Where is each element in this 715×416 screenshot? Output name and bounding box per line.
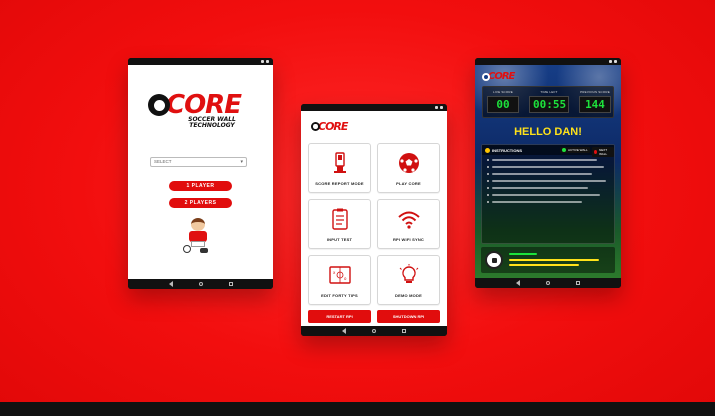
bottom-strip — [0, 402, 715, 416]
status-bar — [301, 104, 447, 111]
live-score-cell: LIVE SCORE 00 — [487, 90, 519, 113]
wifi-icon — [397, 211, 420, 229]
main-menu-screen: CORE SCORE REPORT MODE PLAY CORE INPUT T… — [301, 111, 447, 326]
android-nav-bar — [128, 279, 273, 289]
previous-score-value: 144 — [579, 96, 611, 113]
status-bar — [475, 58, 621, 65]
scoreboard: LIVE SCORE 00 TIME LEFT 00:55 PREVIOUS S… — [482, 86, 614, 118]
logo-tagline: SOCCER WALL TECHNOLOGY — [188, 116, 236, 129]
tile-label: RPI WIFI SYNC — [392, 237, 425, 242]
tablet-main-menu: CORE SCORE REPORT MODE PLAY CORE INPUT T… — [301, 104, 447, 336]
battery-icon — [440, 106, 443, 109]
core-logo: CORE — [482, 71, 515, 82]
logo-word: CORE — [318, 120, 348, 133]
tablet-game-screen: CORE LIVE SCORE 00 TIME LEFT 00:55 PREVI… — [475, 58, 621, 288]
recents-icon[interactable] — [402, 329, 406, 333]
svg-text:o: o — [344, 276, 347, 281]
tile-score-report-mode[interactable]: SCORE REPORT MODE — [308, 143, 371, 193]
recents-icon[interactable] — [228, 282, 233, 286]
tile-label: DEMO MODE — [395, 293, 422, 298]
player-select-dropdown[interactable]: SELECT ▾ — [150, 157, 247, 167]
chevron-down-icon: ▾ — [240, 159, 243, 165]
signal-icon — [435, 106, 438, 109]
instruction-item — [487, 179, 609, 182]
back-icon[interactable] — [342, 328, 346, 334]
tile-input-test[interactable]: INPUT TEST — [308, 199, 371, 249]
home-icon[interactable] — [546, 281, 550, 285]
active-wall-label: ACTIVE WALL — [568, 148, 588, 152]
android-nav-bar — [301, 326, 447, 336]
lightbulb-icon — [399, 264, 418, 283]
signal-icon — [609, 60, 612, 63]
two-players-button[interactable]: 2 PLAYERS — [169, 198, 232, 208]
player-mascot-icon — [183, 218, 211, 254]
core-logo: CORE — [311, 120, 348, 133]
tile-demo-mode[interactable]: DEMO MODE — [377, 255, 440, 305]
recents-icon[interactable] — [576, 281, 580, 285]
instruction-item — [487, 172, 609, 175]
android-nav-bar — [475, 278, 621, 288]
soccer-ball-logo-icon — [482, 72, 490, 81]
next-wall-legend: NEXT WALL — [592, 147, 614, 157]
green-dot-icon — [562, 148, 566, 152]
instructions-title: INSTRUCTIONS — [492, 147, 522, 153]
instruction-item — [487, 165, 609, 168]
battery-icon — [614, 60, 617, 63]
tile-label: INPUT TEST — [326, 237, 353, 242]
game-screen: CORE LIVE SCORE 00 TIME LEFT 00:55 PREVI… — [475, 65, 621, 278]
home-icon[interactable] — [372, 329, 376, 333]
time-left-value: 00:55 — [529, 96, 569, 113]
next-wall-label: NEXT WALL — [599, 148, 608, 156]
player-select-screen: CORE SOCCER WALL TECHNOLOGY SELECT ▾ 1 P… — [128, 65, 273, 279]
soccer-ball-logo-icon — [311, 122, 320, 131]
select-value: SELECT — [154, 159, 172, 164]
svg-text:x: x — [333, 270, 336, 275]
soccer-ball-icon — [485, 251, 503, 269]
clipboard-icon — [331, 208, 348, 230]
previous-score-caption: PREVIOUS SCORE — [580, 90, 610, 94]
soccer-ball-logo-icon — [148, 94, 170, 116]
lightbulb-icon — [485, 147, 490, 153]
restart-rpi-button[interactable]: RESTART RPI — [308, 310, 371, 323]
home-icon[interactable] — [198, 282, 203, 286]
time-left-cell: TIME LEFT 00:55 — [529, 90, 569, 113]
previous-score-cell: PREVIOUS SCORE 144 — [579, 90, 611, 113]
tile-label: EDIT FORTY TIPS — [321, 293, 358, 298]
soccer-ball-icon — [398, 153, 419, 173]
coach-message — [481, 247, 615, 273]
instruction-item — [487, 200, 609, 203]
instructions-panel: INSTRUCTIONS ACTIVE WALL NEXT WALL — [481, 144, 615, 244]
red-dot-icon — [594, 150, 598, 154]
battery-icon — [266, 60, 269, 63]
tile-label: SCORE REPORT MODE — [315, 181, 364, 186]
greeting: HELLO DAN! — [514, 126, 582, 138]
tile-edit-forty-tips[interactable]: x o EDIT FORTY TIPS — [308, 255, 371, 305]
kiosk-icon — [333, 152, 346, 173]
active-wall-legend: ACTIVE WALL — [560, 147, 590, 153]
tablet-player-select: CORE SOCCER WALL TECHNOLOGY SELECT ▾ 1 P… — [128, 58, 273, 289]
live-score-value: 00 — [487, 96, 519, 113]
instructions-list — [482, 155, 614, 210]
logo-word: CORE — [488, 71, 515, 82]
status-bar — [128, 58, 273, 65]
one-player-button[interactable]: 1 PLAYER — [169, 181, 232, 191]
instruction-item — [487, 158, 609, 161]
time-left-caption: TIME LEFT — [540, 90, 558, 94]
tile-label: PLAY CORE — [396, 181, 421, 186]
back-icon[interactable] — [516, 280, 520, 286]
tile-play-core[interactable]: PLAY CORE — [377, 143, 440, 193]
shutdown-rpi-button[interactable]: SHUTDOWN RPI — [377, 310, 440, 323]
tile-rpi-wifi-sync[interactable]: RPI WIFI SYNC — [377, 199, 440, 249]
tactics-board-icon: x o — [328, 266, 351, 284]
back-icon[interactable] — [168, 281, 173, 287]
signal-icon — [261, 60, 264, 63]
instruction-item — [487, 193, 609, 196]
instruction-item — [487, 186, 609, 189]
live-score-caption: LIVE SCORE — [492, 90, 513, 94]
